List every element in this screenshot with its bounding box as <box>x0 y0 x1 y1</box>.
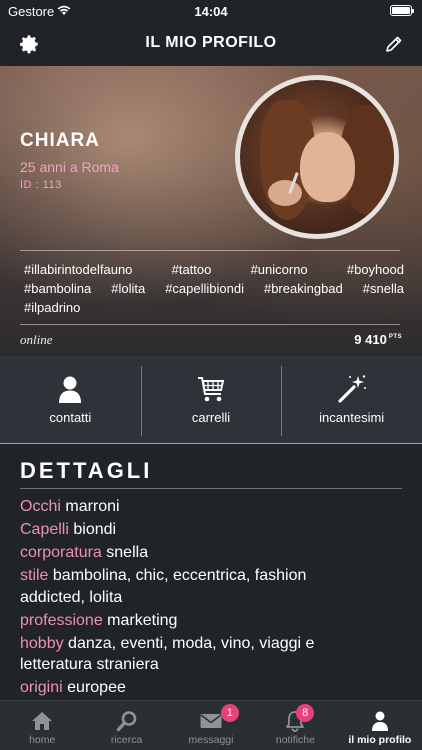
carts-label: carrelli <box>191 410 231 425</box>
tab-messages[interactable]: 1 messaggi <box>169 701 253 750</box>
contacts-button[interactable]: contatti <box>0 356 141 444</box>
profile-icon <box>371 711 388 731</box>
battery-icon <box>390 5 414 16</box>
hashtag-list: #illabirintodelfauno #tattoo #unicorno #… <box>24 260 404 317</box>
divider <box>20 488 402 489</box>
detail-value: europee <box>67 679 126 696</box>
page-title: IL MIO PROFILO <box>145 34 277 51</box>
points-counter: 9 410 PTS <box>354 332 402 347</box>
details-heading: DETTAGLI <box>20 458 153 483</box>
detail-key: origini <box>20 679 63 696</box>
detail-key: professione <box>20 611 103 629</box>
status-bar: Gestore 14:04 <box>0 0 422 22</box>
tab-label: messaggi <box>188 734 234 746</box>
hashtag[interactable]: #illabirintodelfauno <box>24 260 132 279</box>
profile-id: ID : 113 <box>20 179 62 191</box>
profile-name: CHIARA <box>20 130 100 151</box>
action-bar: contatti carrelli incantesimi <box>0 356 422 444</box>
hashtag[interactable]: #bambolina <box>24 279 91 298</box>
detail-value: bambolina, chic, eccentrica, fashion add… <box>20 567 307 606</box>
detail-value: marketing <box>107 611 178 629</box>
detail-key: corporatura <box>20 544 102 561</box>
detail-key: Occhi <box>20 498 61 515</box>
mail-icon <box>200 714 222 728</box>
detail-value: biondi <box>73 521 117 538</box>
tab-search[interactable]: ricerca <box>84 701 168 750</box>
detail-value: marroni <box>65 498 120 515</box>
spells-label: incantesimi <box>319 410 385 425</box>
detail-hair: Capelli biondi <box>20 519 350 541</box>
detail-eyes: Occhi marroni <box>20 496 350 518</box>
detail-key: hobby <box>20 634 64 652</box>
hashtag[interactable]: #breakingbad <box>264 279 343 298</box>
detail-hobby: hobby danza, eventi, moda, vino, viaggi … <box>20 633 350 676</box>
detail-profession: professione marketing <box>20 610 350 632</box>
detail-style: stile bambolina, chic, eccentrica, fashi… <box>20 565 350 608</box>
tab-label: il mio profilo <box>348 734 412 746</box>
spells-button[interactable]: incantesimi <box>281 356 422 444</box>
detail-origins: origini europee <box>20 677 350 699</box>
hashtag[interactable]: #ilpadrino <box>24 298 80 317</box>
tab-label: notifiche <box>275 734 315 746</box>
details-list: Occhi marroni Capelli biondi corporatura… <box>20 496 350 700</box>
points-unit: PTS <box>388 334 402 340</box>
navigation-bar: IL MIO PROFILO <box>0 22 422 66</box>
detail-body-type: corporatura snella <box>20 542 350 564</box>
points-value: 9 410 <box>354 332 387 347</box>
details-section: DETTAGLI Occhi marroni Capelli biondi co… <box>0 444 422 700</box>
profile-header: CHIARA 25 anni a Roma ID : 113 #illabiri… <box>0 66 422 356</box>
detail-key: stile <box>20 567 49 584</box>
user-icon <box>59 376 82 403</box>
clock: 14:04 <box>194 4 228 19</box>
search-icon <box>116 711 136 732</box>
carts-button[interactable]: carrelli <box>140 356 282 444</box>
profile-age-city: 25 anni a Roma <box>20 159 119 175</box>
hashtag[interactable]: #snella <box>363 279 404 298</box>
hashtag[interactable]: #capellibiondi <box>165 279 244 298</box>
magic-wand-icon <box>338 375 366 403</box>
tab-bar: home ricerca 1 messaggi 8 notifiche il m… <box>0 700 422 750</box>
hashtag[interactable]: #tattoo <box>172 260 212 279</box>
tab-label: ricerca <box>110 734 143 746</box>
notifications-badge: 8 <box>296 704 315 722</box>
cart-icon <box>198 377 225 402</box>
detail-value: danza, eventi, moda, vino, viaggi e lett… <box>20 634 315 674</box>
tab-home[interactable]: home <box>0 701 84 750</box>
online-status: online <box>20 332 53 347</box>
home-icon <box>32 712 53 730</box>
detail-value: snella <box>106 544 149 561</box>
tab-label: home <box>29 734 56 746</box>
hashtag[interactable]: #unicorno <box>251 260 308 279</box>
divider <box>20 324 400 325</box>
pencil-icon[interactable] <box>384 34 404 54</box>
contacts-label: contatti <box>49 410 92 425</box>
tab-notifications[interactable]: 8 notifiche <box>253 701 337 750</box>
messages-badge: 1 <box>220 704 239 722</box>
hashtag[interactable]: #lolita <box>111 279 145 298</box>
hashtag[interactable]: #boyhood <box>347 260 404 279</box>
tab-profile[interactable]: il mio profilo <box>338 701 422 750</box>
divider <box>20 250 400 251</box>
avatar[interactable] <box>235 75 399 239</box>
detail-key: Capelli <box>20 521 69 538</box>
